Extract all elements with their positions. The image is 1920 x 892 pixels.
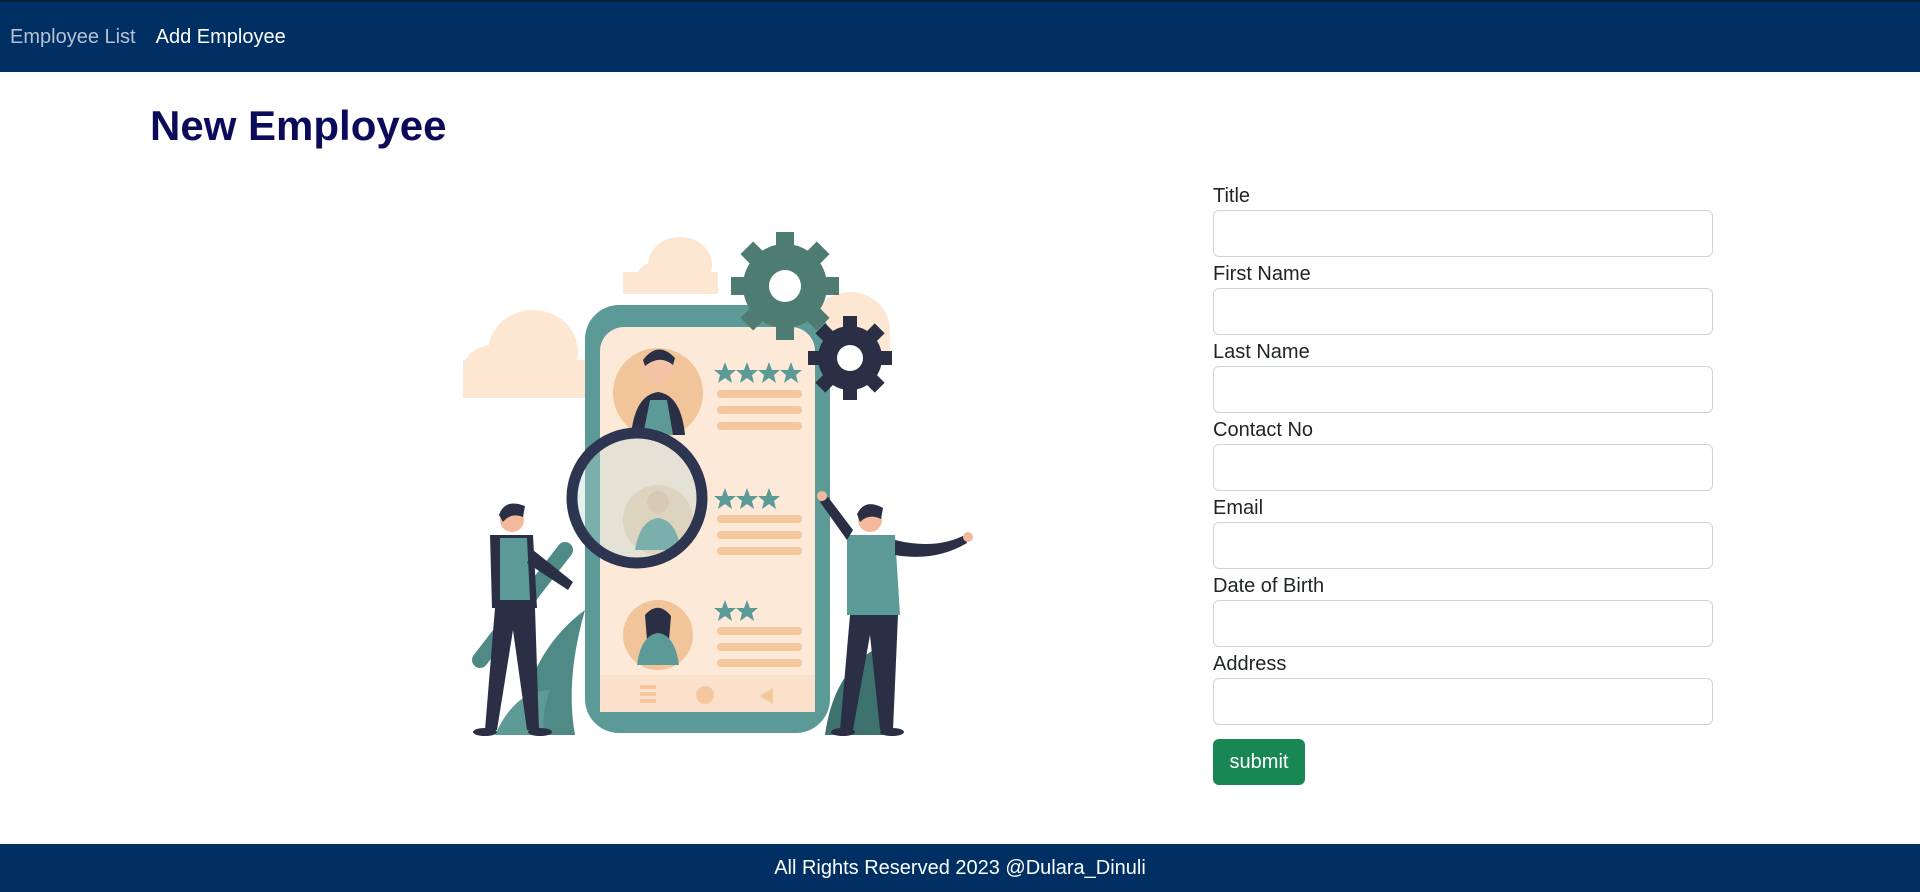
address-label: Address [1213, 653, 1287, 675]
email-input[interactable] [1213, 522, 1713, 569]
employee-review-illustration [455, 230, 975, 740]
title-label: Title [1213, 185, 1251, 207]
contact-no-input[interactable] [1213, 444, 1713, 491]
page-title: New Employee [150, 102, 447, 149]
cloud-left-icon [463, 310, 593, 398]
footer: All Rights Reserved 2023 @Dulara_Dinuli [0, 844, 1920, 892]
address-input[interactable] [1213, 678, 1713, 725]
nav-employee-list[interactable]: Employee List [10, 26, 136, 49]
employee-form: Title First Name Last Name Contact No Em… [1213, 183, 1713, 729]
gear-large-icon [731, 232, 839, 340]
title-input[interactable] [1213, 210, 1713, 257]
first-name-input[interactable] [1213, 288, 1713, 335]
first-name-label: First Name [1213, 263, 1311, 285]
last-name-input[interactable] [1213, 366, 1713, 413]
email-label: Email [1213, 497, 1264, 519]
footer-text: All Rights Reserved 2023 @Dulara_Dinuli [774, 856, 1146, 879]
date-of-birth-label: Date of Birth [1213, 575, 1325, 597]
contact-no-label: Contact No [1213, 419, 1314, 441]
submit-button[interactable]: submit [1213, 739, 1305, 785]
last-name-label: Last Name [1213, 341, 1310, 363]
nav-add-employee[interactable]: Add Employee [156, 26, 286, 49]
navbar: Employee List Add Employee [0, 0, 1920, 72]
cloud-top-icon [623, 237, 718, 294]
gear-small-icon [808, 316, 892, 400]
date-of-birth-input[interactable] [1213, 600, 1713, 647]
